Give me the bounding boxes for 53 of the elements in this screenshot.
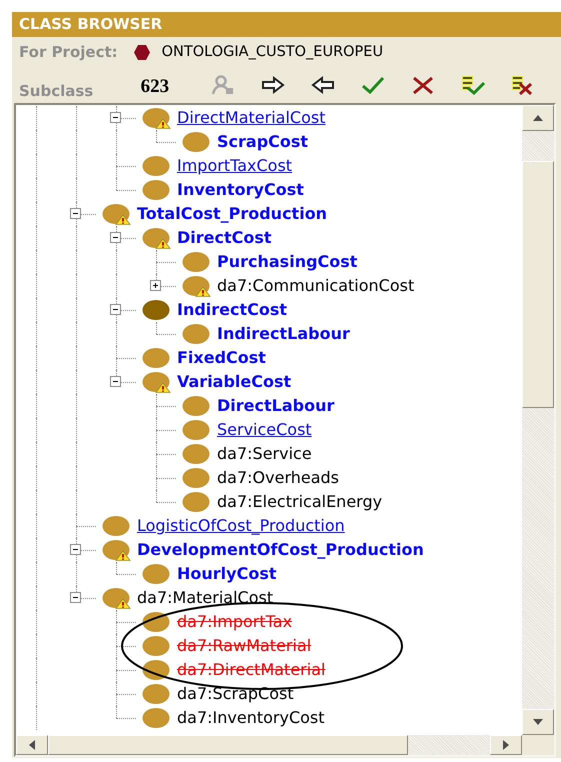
class-label[interactable]: da7:Overheads: [217, 468, 340, 488]
scroll-left-icon[interactable]: [29, 740, 35, 750]
class-label[interactable]: PurchasingCost: [217, 252, 358, 272]
subclass-label: Subclass: [19, 82, 94, 100]
panel-title: CLASS BROWSER: [12, 12, 561, 37]
scroll-down-icon[interactable]: [533, 719, 543, 725]
class-label[interactable]: da7:RawMaterial: [177, 636, 312, 656]
scroll-right-icon[interactable]: [503, 740, 509, 750]
class-label[interactable]: ImportTaxCost: [177, 156, 292, 176]
class-label[interactable]: da7:DirectMaterial: [177, 660, 326, 680]
project-label: For Project:: [19, 43, 118, 61]
class-label[interactable]: da7:ImportTax: [177, 612, 292, 632]
class-label[interactable]: IndirectCost: [177, 300, 288, 320]
left-arrow-icon[interactable]: [311, 74, 335, 94]
class-label[interactable]: FixedCost: [177, 348, 266, 368]
scrollbar-thumb[interactable]: [522, 161, 554, 408]
project-icon: [134, 44, 150, 60]
class-label[interactable]: ScrapCost: [217, 132, 308, 152]
list-check-icon[interactable]: [461, 74, 485, 94]
class-label[interactable]: TotalCost_Production: [137, 204, 328, 224]
expand-toggle[interactable]: [150, 280, 161, 291]
class-label[interactable]: VariableCost: [177, 372, 292, 392]
class-label[interactable]: HourlyCost: [177, 564, 276, 584]
expand-toggle[interactable]: [110, 232, 121, 243]
class-label[interactable]: da7:Service: [217, 444, 312, 464]
class-label[interactable]: da7:CommunicationCost: [217, 276, 414, 296]
class-label[interactable]: DirectCost: [177, 228, 272, 248]
class-label[interactable]: da7:ScrapCost: [177, 684, 294, 704]
expand-toggle[interactable]: [110, 112, 121, 123]
class-label[interactable]: InventoryCost: [177, 180, 304, 200]
class-label[interactable]: DirectLabour: [217, 396, 334, 416]
class-label[interactable]: LogisticOfCost_Production: [137, 516, 345, 536]
scroll-up-icon[interactable]: [533, 115, 543, 121]
class-label[interactable]: da7:InventoryCost: [177, 708, 325, 728]
class-label[interactable]: ServiceCost: [217, 420, 312, 440]
expand-toggle[interactable]: [110, 304, 121, 315]
class-label[interactable]: DirectMaterialCost: [177, 108, 326, 128]
expand-toggle[interactable]: [70, 592, 81, 603]
class-label[interactable]: da7:MaterialCost: [137, 588, 274, 608]
check-icon[interactable]: [361, 74, 385, 94]
right-arrow-icon[interactable]: [261, 74, 285, 94]
cross-icon[interactable]: [411, 74, 435, 94]
subclass-count: 623: [140, 76, 170, 98]
expand-toggle[interactable]: [70, 544, 81, 555]
scrollbar-corner: [522, 735, 554, 755]
project-name: ONTOLOGIA_CUSTO_EUROPEU: [162, 44, 384, 60]
class-label[interactable]: DevelopmentOfCost_Production: [137, 540, 424, 560]
class-label[interactable]: IndirectLabour: [217, 324, 350, 344]
list-cross-icon[interactable]: [511, 74, 535, 94]
expand-toggle[interactable]: [70, 208, 81, 219]
scrollbar-thumb[interactable]: [48, 735, 408, 755]
expand-toggle[interactable]: [110, 376, 121, 387]
class-label[interactable]: da7:ElectricalEnergy: [217, 492, 382, 512]
